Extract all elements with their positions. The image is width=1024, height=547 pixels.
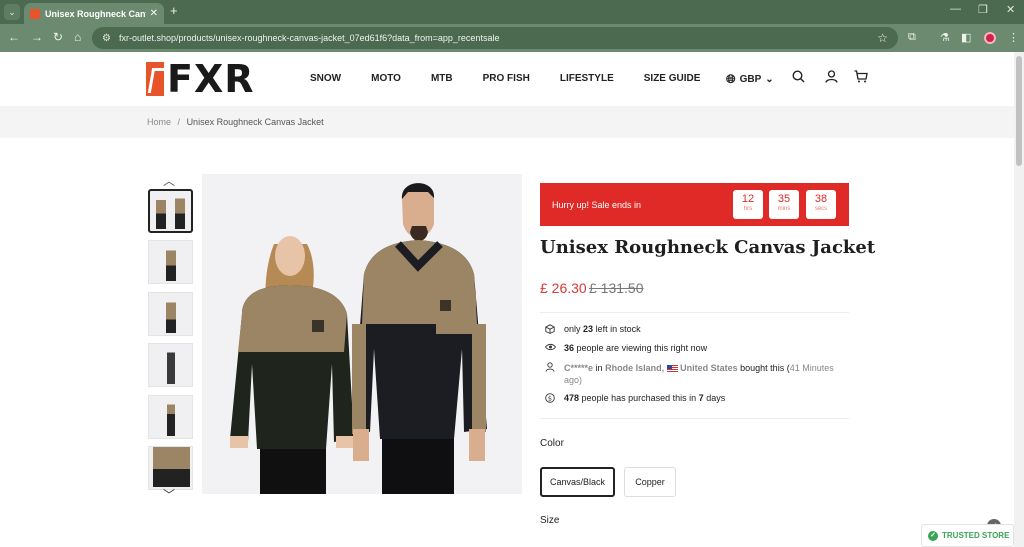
- scrollbar-thumb[interactable]: [1016, 56, 1022, 166]
- check-icon: ✓: [928, 530, 938, 541]
- countdown-hours: 12 hrs: [733, 190, 763, 219]
- minimize-icon[interactable]: —: [950, 3, 961, 15]
- account-icon[interactable]: [825, 70, 838, 86]
- size-options-row: [540, 543, 840, 547]
- address-bar[interactable]: ⚙ fxr-outlet.shop/products/unisex-roughn…: [92, 27, 898, 49]
- url-text: fxr-outlet.shop/products/unisex-roughnec…: [118, 33, 500, 43]
- back-icon[interactable]: ←: [8, 30, 20, 44]
- chevron-down-icon[interactable]: ﹀: [163, 486, 175, 503]
- close-icon[interactable]: ✕: [150, 8, 158, 19]
- page-scrollbar[interactable]: [1014, 52, 1024, 547]
- thumbnail-5[interactable]: [148, 395, 193, 439]
- fxr-logo[interactable]: FXR: [146, 57, 255, 101]
- new-tab-icon[interactable]: +: [170, 3, 178, 18]
- site-info-icon[interactable]: ⚙: [102, 33, 111, 44]
- jacket-models-illustration: [202, 174, 522, 494]
- thumbnail-6[interactable]: [148, 446, 193, 490]
- dollar-icon: $: [545, 393, 559, 405]
- site-favicon-icon: [30, 8, 40, 19]
- menu-icon[interactable]: ⋮: [1008, 31, 1019, 44]
- countdown-secs: 38 secs: [806, 190, 836, 219]
- cart-icon[interactable]: [854, 70, 868, 86]
- color-option-copper[interactable]: Copper: [624, 467, 676, 497]
- eye-icon: [544, 343, 559, 353]
- browser-tab-bar: ⌄ Unisex Roughneck Canvas Jack ✕ + — ❐ ✕: [0, 0, 1024, 24]
- compare-price: £ 131.50: [589, 280, 644, 296]
- currency-code: GBP: [739, 74, 762, 85]
- tab-search-button[interactable]: ⌄: [4, 4, 20, 20]
- logo-text: FXR: [167, 57, 255, 101]
- color-label: Color: [540, 438, 564, 449]
- nav-lifestyle[interactable]: LIFESTYLE: [560, 73, 614, 84]
- browser-tab[interactable]: Unisex Roughneck Canvas Jack ✕: [24, 3, 164, 24]
- divider: [540, 312, 849, 313]
- thumbnail-4[interactable]: [148, 343, 193, 387]
- thumbnail-1[interactable]: [148, 189, 193, 233]
- breadcrumb-current: Unisex Roughneck Canvas Jacket: [186, 117, 324, 127]
- trusted-store-badge[interactable]: ✓ TRUSTED STORE: [921, 524, 1014, 547]
- chevron-up-icon[interactable]: ︿: [163, 172, 175, 189]
- box-icon: [545, 324, 559, 336]
- search-icon[interactable]: [792, 70, 805, 86]
- nav-mtb[interactable]: MTB: [431, 73, 453, 84]
- forward-icon[interactable]: →: [31, 30, 43, 44]
- close-window-icon[interactable]: ✕: [1006, 3, 1015, 16]
- site-header: FXR SNOW MOTO MTB PRO FISH LIFESTYLE SIZ…: [0, 52, 1014, 106]
- home-icon[interactable]: ⌂: [74, 30, 81, 44]
- extensions-icon[interactable]: ⧉: [908, 31, 916, 44]
- purchased-count-info: $ 478 people has purchased this in 7 day…: [545, 393, 725, 405]
- breadcrumb-separator: /: [177, 117, 181, 127]
- stock-info: only 23 left in stock: [545, 324, 641, 336]
- sidebar-icon[interactable]: ◧: [961, 31, 971, 44]
- viewers-info: 36 people are viewing this right now: [544, 343, 707, 353]
- us-flag-icon: [666, 365, 678, 373]
- chevron-down-icon: ⌄: [765, 74, 774, 85]
- nav-pro-fish[interactable]: PRO FISH: [483, 73, 530, 84]
- main-nav: SNOW MOTO MTB PRO FISH LIFESTYLE SIZE GU…: [310, 73, 730, 84]
- currency-selector[interactable]: 🌐︎ GBP ⌄: [726, 72, 774, 87]
- user-icon: [545, 362, 559, 374]
- countdown-mins: 35 mins: [769, 190, 799, 219]
- nav-moto[interactable]: MOTO: [371, 73, 401, 84]
- color-option-canvas-black[interactable]: Canvas/Black: [540, 467, 615, 497]
- reload-icon[interactable]: ↻: [53, 30, 63, 44]
- labs-icon[interactable]: ⚗: [940, 31, 950, 44]
- breadcrumb: Home / Unisex Roughneck Canvas Jacket: [0, 106, 1014, 138]
- restore-icon[interactable]: ❐: [978, 3, 988, 16]
- web-page: FXR SNOW MOTO MTB PRO FISH LIFESTYLE SIZ…: [0, 52, 1014, 547]
- size-label: Size: [540, 515, 560, 526]
- tab-title: Unisex Roughneck Canvas Jack: [45, 8, 146, 19]
- divider: [540, 418, 849, 419]
- sale-price: £ 26.30: [540, 280, 587, 296]
- logo-mark-icon: [146, 62, 164, 96]
- profile-avatar[interactable]: [984, 32, 996, 44]
- svg-text:$: $: [548, 394, 552, 402]
- product-main-image[interactable]: [202, 174, 522, 494]
- sale-text: Hurry up! Sale ends in: [552, 200, 642, 210]
- thumbnail-3[interactable]: [148, 292, 193, 336]
- nav-snow[interactable]: SNOW: [310, 73, 341, 84]
- sale-countdown-banner: Hurry up! Sale ends in 12 hrs 35 mins 38 se…: [540, 183, 849, 226]
- globe-icon: 🌐︎: [726, 72, 736, 86]
- recent-purchase-info: C*****e in Rhode Island, United States b…: [545, 362, 845, 386]
- nav-size-guide[interactable]: SIZE GUIDE: [644, 73, 701, 84]
- product-title: Unisex Roughneck Canvas Jacket: [540, 237, 876, 258]
- breadcrumb-home[interactable]: Home: [147, 117, 171, 127]
- bookmark-star-icon[interactable]: ☆: [877, 31, 888, 45]
- browser-toolbar: ← → ↻ ⌂ ⚙ fxr-outlet.shop/products/unise…: [0, 24, 1024, 52]
- thumbnail-2[interactable]: [148, 240, 193, 284]
